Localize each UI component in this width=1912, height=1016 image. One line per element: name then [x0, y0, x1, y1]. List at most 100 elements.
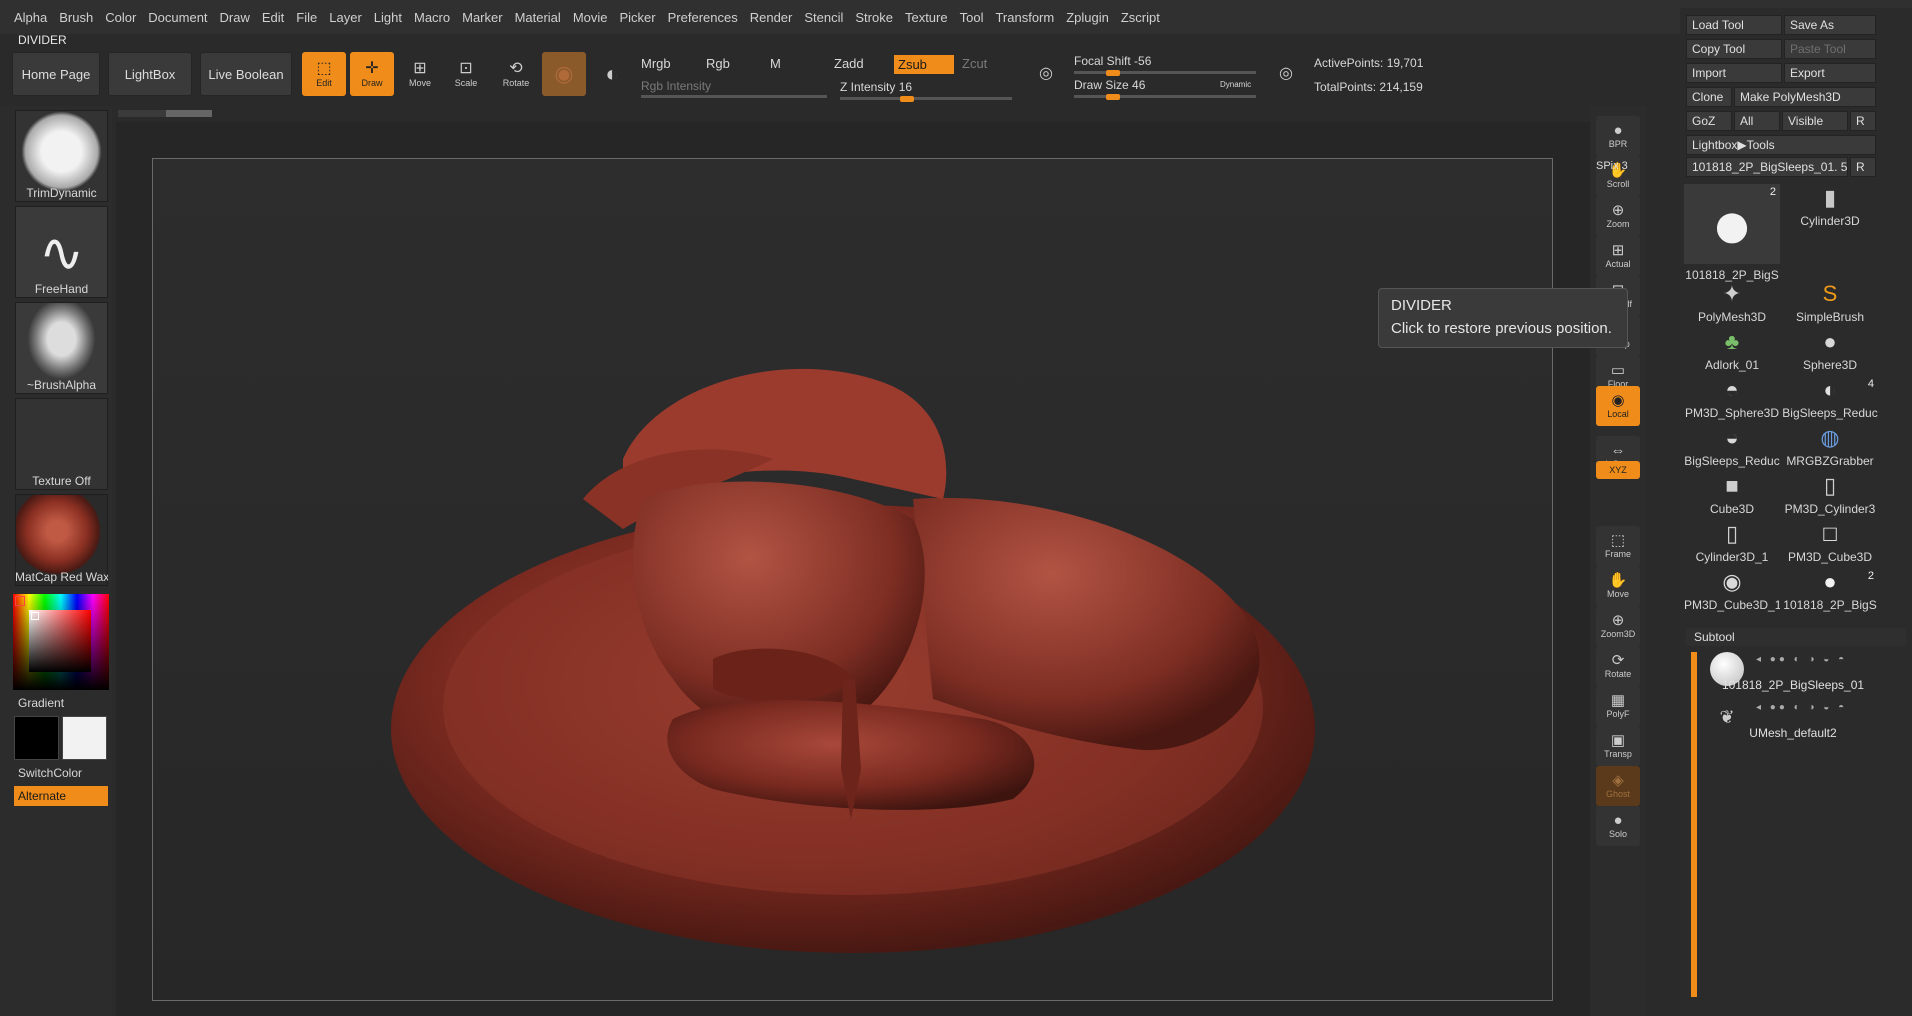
shelf-actual-button[interactable]: ⊞ Actual: [1596, 236, 1640, 276]
shelf-move-button[interactable]: ✋ Move: [1596, 566, 1640, 606]
rgb-intensity-slider[interactable]: [641, 95, 827, 98]
main-color-swatch[interactable]: [14, 716, 59, 760]
menu-stroke[interactable]: Stroke: [849, 10, 899, 25]
menu-picker[interactable]: Picker: [614, 10, 662, 25]
shelf-zoom-button[interactable]: ⊕ Zoom: [1596, 196, 1640, 236]
mrgb-button[interactable]: Mrgb: [641, 56, 671, 71]
color-marker[interactable]: [31, 612, 39, 620]
menu-alpha[interactable]: Alpha: [8, 10, 53, 25]
tool-item[interactable]: ◐ BigSleeps_Reduc 4: [1782, 376, 1878, 424]
lightbox-tools-button[interactable]: Lightbox▶Tools: [1686, 135, 1876, 155]
z-intensity-slider[interactable]: [840, 97, 1012, 100]
tool-item[interactable]: ▯ Cylinder3D_1: [1684, 520, 1780, 568]
menu-material[interactable]: Material: [509, 10, 567, 25]
goz-visible-button[interactable]: Visible: [1782, 111, 1848, 131]
horizontal-scroll-thumb[interactable]: [166, 110, 212, 117]
menu-brush[interactable]: Brush: [53, 10, 99, 25]
menu-color[interactable]: Color: [99, 10, 142, 25]
shelf-solo-button[interactable]: ● Solo: [1596, 806, 1640, 846]
horizontal-scroll-track[interactable]: [118, 110, 212, 117]
menu-edit[interactable]: Edit: [256, 10, 290, 25]
hue-marker[interactable]: [15, 596, 25, 606]
goz-all-button[interactable]: All: [1734, 111, 1780, 131]
tool-item[interactable]: ● Sphere3D: [1782, 328, 1878, 376]
menu-preferences[interactable]: Preferences: [662, 10, 744, 25]
tool-item[interactable]: □ PM3D_Cube3D: [1782, 520, 1878, 568]
shelf-xyz-button[interactable]: XYZ: [1596, 461, 1640, 479]
shelf-bpr-button[interactable]: ● BPR: [1596, 116, 1640, 156]
brush-mode-button[interactable]: ◐: [590, 52, 634, 96]
shelf-local-button[interactable]: ◉ Local: [1596, 386, 1640, 426]
zcut-button[interactable]: Zcut: [962, 56, 987, 71]
subtool-toggles[interactable]: ◂ ●● ◐ ◑ ◒ ◓: [1756, 654, 1847, 665]
m-button[interactable]: M: [770, 56, 781, 71]
copy-tool-button[interactable]: Copy Tool: [1686, 39, 1782, 59]
focal-shift-slider[interactable]: [1074, 71, 1256, 74]
paste-tool-button[interactable]: Paste Tool: [1784, 39, 1876, 59]
subtool-item-2[interactable]: ❦ ◂ ●● ◐ ◑ ◒ ◓ UMesh_default2: [1708, 698, 1878, 744]
goz-r-button[interactable]: R: [1850, 111, 1876, 131]
material-sphere-button[interactable]: ◉: [542, 52, 586, 96]
shelf-zoom3d-button[interactable]: ⊕ Zoom3D: [1596, 606, 1640, 646]
zsub-button[interactable]: Zsub: [894, 55, 954, 74]
color-picker[interactable]: [13, 594, 109, 690]
tool-item[interactable]: ▯ PM3D_Cylinder3: [1782, 472, 1878, 520]
canvas[interactable]: [152, 158, 1553, 1001]
menu-file[interactable]: File: [290, 10, 323, 25]
menu-macro[interactable]: Macro: [408, 10, 456, 25]
menu-tool[interactable]: Tool: [954, 10, 990, 25]
menu-layer[interactable]: Layer: [323, 10, 368, 25]
menu-movie[interactable]: Movie: [567, 10, 614, 25]
zadd-button[interactable]: Zadd: [834, 56, 864, 71]
dynamic-toggle[interactable]: Dynamic: [1220, 80, 1251, 89]
save-as-button[interactable]: Save As: [1784, 15, 1876, 35]
subtool-header[interactable]: Subtool: [1686, 628, 1906, 646]
menu-texture[interactable]: Texture: [899, 10, 954, 25]
home-page-button[interactable]: Home Page: [12, 52, 100, 96]
subtool-item-1[interactable]: ◂ ●● ◐ ◑ ◒ ◓ 101818_2P_BigSleeps_01: [1708, 650, 1878, 696]
current-tool-slider[interactable]: 101818_2P_BigSleeps_01. 56: [1686, 157, 1848, 177]
spix-label[interactable]: SPix 3: [1596, 160, 1628, 172]
shelf-rotate-button[interactable]: ⟳ Rotate: [1596, 646, 1640, 686]
draw-button[interactable]: ✛ Draw: [350, 52, 394, 96]
tool-item[interactable]: ● 101818_2P_BigS 2: [1782, 568, 1878, 616]
shelf-ghost-button[interactable]: ◈ Ghost: [1596, 766, 1640, 806]
goz-button[interactable]: GoZ: [1686, 111, 1732, 131]
menu-render[interactable]: Render: [744, 10, 799, 25]
shelf-transp-button[interactable]: ▣ Transp: [1596, 726, 1640, 766]
tool-item[interactable]: ◒ BigSleeps_Reduc: [1684, 424, 1780, 472]
tool-item[interactable]: ● 101818_2P_BigS 2: [1684, 184, 1780, 282]
make-polymesh3d-button[interactable]: Make PolyMesh3D: [1734, 87, 1876, 107]
scale-button[interactable]: ⊡ Scale: [444, 52, 488, 96]
draw-size-slider[interactable]: [1074, 95, 1256, 98]
tool-item[interactable]: ■ Cube3D: [1684, 472, 1780, 520]
menu-light[interactable]: Light: [368, 10, 408, 25]
clone-button[interactable]: Clone: [1686, 87, 1732, 107]
menu-stencil[interactable]: Stencil: [798, 10, 849, 25]
secondary-color-swatch[interactable]: [62, 716, 107, 760]
shelf-polyf-button[interactable]: ▦ PolyF: [1596, 686, 1640, 726]
move-button[interactable]: ⊞ Move: [398, 52, 442, 96]
rotate-button[interactable]: ⟲ Rotate: [494, 52, 538, 96]
switch-color-button[interactable]: SwitchColor: [18, 766, 111, 780]
edit-button[interactable]: ⬚ Edit: [302, 52, 346, 96]
export-button[interactable]: Export: [1784, 63, 1876, 83]
lightbox-button[interactable]: LightBox: [108, 52, 192, 96]
tool-item[interactable]: ◓ PM3D_Sphere3D: [1684, 376, 1780, 424]
menu-marker[interactable]: Marker: [456, 10, 508, 25]
current-tool-r-button[interactable]: R: [1850, 157, 1876, 177]
tool-item[interactable]: S SimpleBrush: [1782, 280, 1878, 328]
draw-size-knob[interactable]: [1106, 94, 1120, 100]
rgb-button[interactable]: Rgb: [706, 56, 730, 71]
import-button[interactable]: Import: [1686, 63, 1782, 83]
focal-shift-knob[interactable]: [1106, 70, 1120, 76]
alternate-button[interactable]: Alternate: [14, 786, 108, 806]
menu-transform[interactable]: Transform: [989, 10, 1060, 25]
menu-zscript[interactable]: Zscript: [1115, 10, 1166, 25]
dynamic-draw-button[interactable]: ◎: [1264, 52, 1308, 96]
tool-item[interactable]: ✦ PolyMesh3D: [1684, 280, 1780, 328]
live-boolean-button[interactable]: Live Boolean: [200, 52, 292, 96]
menu-document[interactable]: Document: [142, 10, 213, 25]
tool-item[interactable]: ◉ PM3D_Cube3D_1: [1684, 568, 1780, 616]
z-intensity-knob[interactable]: [900, 96, 914, 102]
